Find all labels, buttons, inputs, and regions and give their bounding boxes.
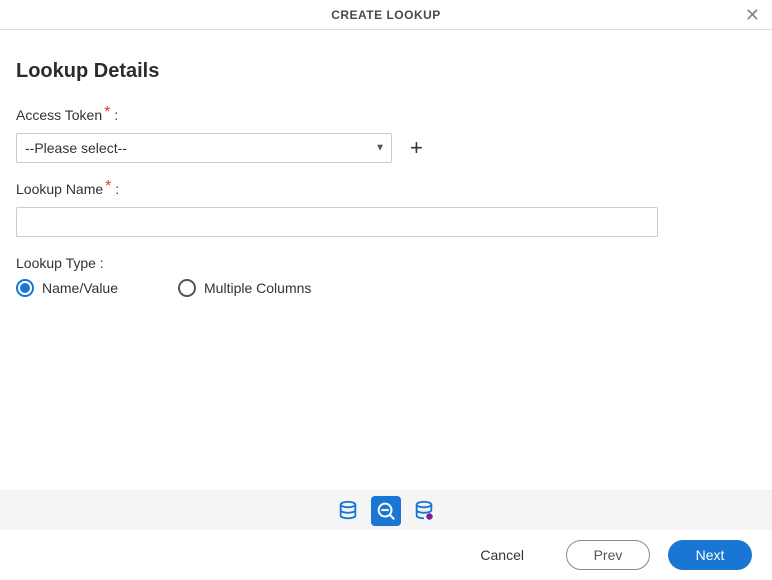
radio-multiple-columns[interactable]: Multiple Columns bbox=[178, 279, 311, 297]
radio-icon-unchecked bbox=[178, 279, 196, 297]
radio-inner-dot bbox=[20, 283, 30, 293]
next-button[interactable]: Next bbox=[668, 540, 752, 570]
required-asterisk: * bbox=[105, 178, 111, 195]
lookup-name-group: Lookup Name* : bbox=[16, 181, 756, 237]
radio-icon-checked bbox=[16, 279, 34, 297]
lookup-name-input[interactable] bbox=[16, 207, 658, 237]
dialog-content: Lookup Details Access Token* : --Please … bbox=[0, 30, 772, 297]
step-database-icon[interactable] bbox=[333, 496, 363, 526]
chevron-down-icon: ▼ bbox=[375, 143, 385, 154]
dialog-header: CREATE LOOKUP ✕ bbox=[0, 0, 772, 30]
access-token-label-text: Access Token bbox=[16, 107, 102, 123]
lookup-name-label-text: Lookup Name bbox=[16, 181, 103, 197]
plus-icon: + bbox=[410, 135, 423, 160]
add-access-token-button[interactable]: + bbox=[406, 135, 427, 161]
cancel-button[interactable]: Cancel bbox=[456, 540, 548, 570]
required-asterisk: * bbox=[104, 104, 110, 121]
lookup-type-radios: Name/Value Multiple Columns bbox=[16, 279, 756, 297]
wizard-stepper bbox=[0, 490, 772, 530]
dialog-footer: Cancel Prev Next bbox=[0, 530, 772, 580]
close-icon: ✕ bbox=[745, 5, 760, 25]
step-config-icon[interactable] bbox=[409, 496, 439, 526]
radio-name-value[interactable]: Name/Value bbox=[16, 279, 118, 297]
lookup-type-label-text: Lookup Type bbox=[16, 255, 96, 271]
access-token-group: Access Token* : --Please select-- ▼ + bbox=[16, 107, 756, 163]
access-token-row: --Please select-- ▼ + bbox=[16, 133, 756, 163]
lookup-type-label: Lookup Type : bbox=[16, 255, 756, 271]
access-token-label: Access Token* : bbox=[16, 107, 756, 125]
access-token-value: --Please select-- bbox=[25, 140, 127, 156]
access-token-select[interactable]: --Please select-- ▼ bbox=[16, 133, 392, 163]
close-button[interactable]: ✕ bbox=[745, 6, 760, 24]
radio-label-name-value: Name/Value bbox=[42, 280, 118, 296]
step-search-icon[interactable] bbox=[371, 496, 401, 526]
dialog-title: CREATE LOOKUP bbox=[331, 8, 441, 22]
lookup-type-group: Lookup Type : Name/Value Multiple Column… bbox=[16, 255, 756, 297]
lookup-name-label: Lookup Name* : bbox=[16, 181, 756, 199]
prev-button[interactable]: Prev bbox=[566, 540, 650, 570]
section-title: Lookup Details bbox=[16, 60, 756, 83]
radio-label-multiple-columns: Multiple Columns bbox=[204, 280, 311, 296]
